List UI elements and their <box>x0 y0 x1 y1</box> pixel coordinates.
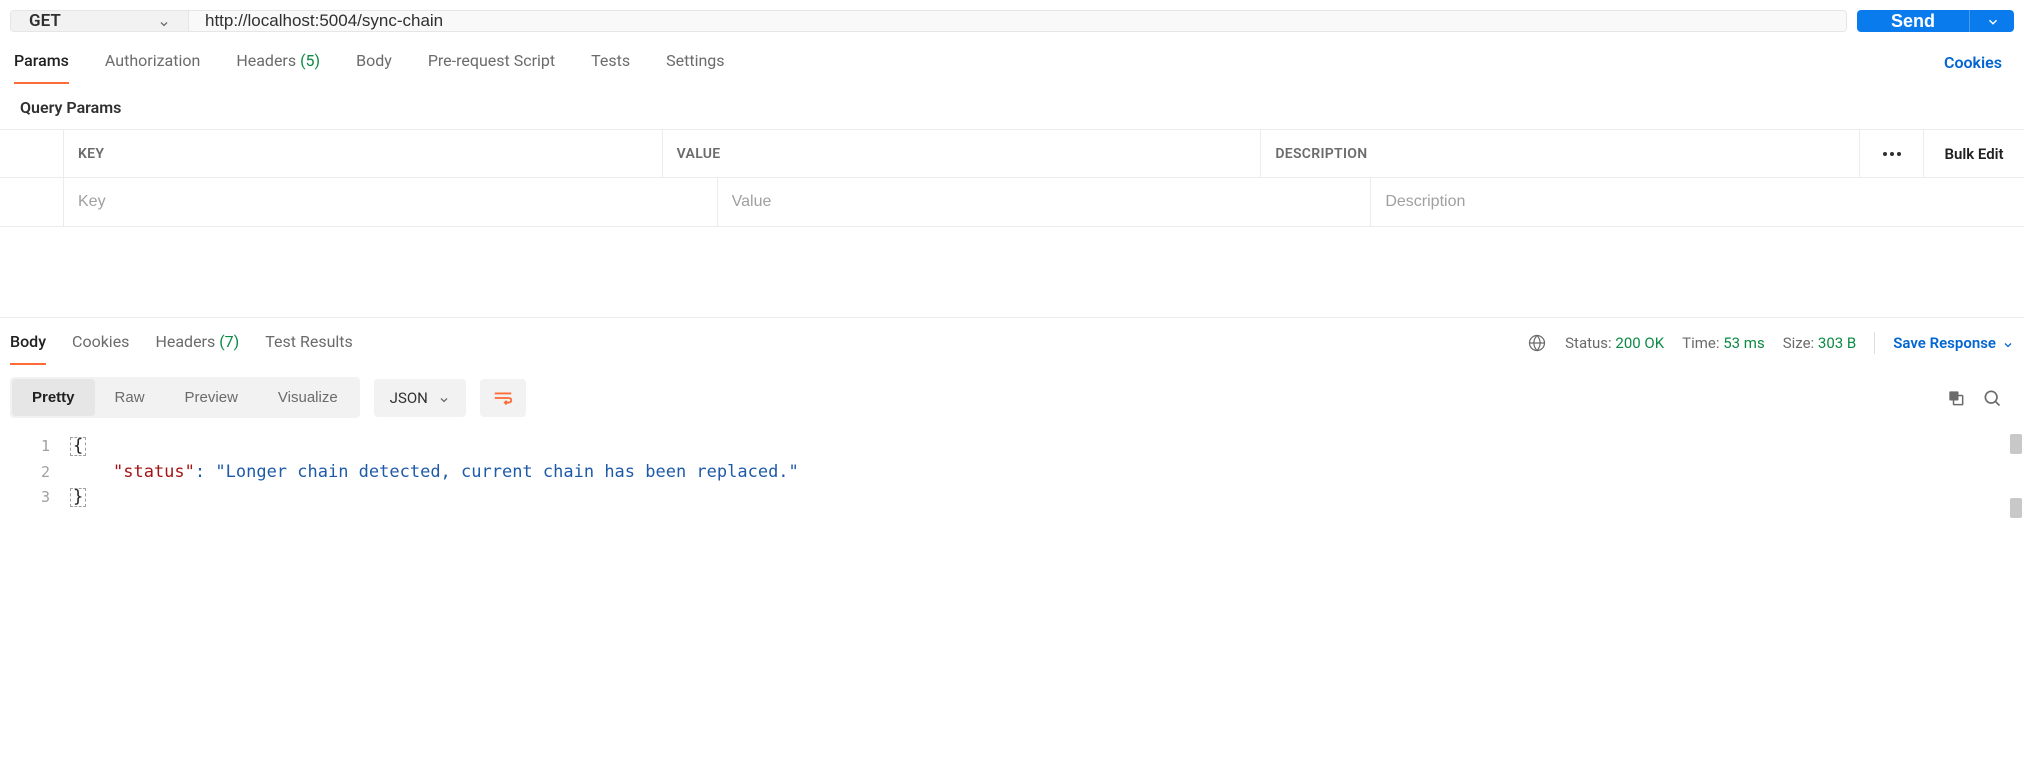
time-value: 53 ms <box>1723 334 1764 352</box>
resp-tab-test-results[interactable]: Test Results <box>265 320 353 365</box>
request-bar: GET Send <box>0 0 2024 42</box>
separator <box>1874 332 1875 354</box>
tab-headers-count: (5) <box>300 51 320 70</box>
tab-params[interactable]: Params <box>14 41 69 84</box>
send-more-button[interactable] <box>1969 10 2014 32</box>
open-brace: { <box>70 437 86 456</box>
language-select[interactable]: JSON <box>374 379 466 417</box>
line-number: 3 <box>0 488 70 506</box>
json-colon: : <box>195 462 205 482</box>
params-header-row: KEY VALUE DESCRIPTION Bulk Edit <box>0 130 2024 178</box>
language-value: JSON <box>390 389 428 407</box>
save-response-label: Save Response <box>1893 334 1996 352</box>
globe-icon[interactable] <box>1527 333 1547 353</box>
method-select[interactable]: GET <box>11 11 189 31</box>
value-input[interactable] <box>732 193 1357 211</box>
checkbox-cell <box>0 178 64 226</box>
send-button-group: Send <box>1857 10 2014 32</box>
chevron-down-icon <box>158 15 170 27</box>
status-stat: Status: 200 OK <box>1565 334 1664 352</box>
description-input[interactable] <box>1385 193 2010 211</box>
resp-tab-cookies[interactable]: Cookies <box>72 320 129 365</box>
scrollbar-thumb[interactable] <box>2010 434 2022 454</box>
key-cell <box>64 178 718 226</box>
tab-headers-label: Headers <box>236 51 296 70</box>
spacer <box>0 227 2024 317</box>
response-header: Body Cookies Headers (7) Test Results St… <box>0 317 2024 367</box>
method-value: GET <box>29 11 61 31</box>
code-line: 1 { <box>0 434 2024 459</box>
bulk-edit-link[interactable]: Bulk Edit <box>1924 130 2024 177</box>
code-line: 2 "status" : "Longer chain detected, cur… <box>0 459 2024 485</box>
line-number: 1 <box>0 437 70 455</box>
url-input[interactable] <box>189 11 1846 31</box>
tab-authorization[interactable]: Authorization <box>105 41 200 84</box>
checkbox-header-cell <box>0 130 64 177</box>
value-cell <box>718 178 1372 226</box>
description-cell <box>1371 178 2024 226</box>
column-value: VALUE <box>663 130 1262 177</box>
viewer-toolbar-right <box>1946 388 2014 408</box>
chevron-down-icon <box>2002 337 2014 349</box>
section-title-query-params: Query Params <box>0 84 2024 129</box>
code-line: 3 } <box>0 485 2024 510</box>
column-description: DESCRIPTION <box>1261 130 1860 177</box>
resp-tab-headers-count: (7) <box>219 332 239 351</box>
view-mode-visualize[interactable]: Visualize <box>258 379 358 416</box>
copy-button[interactable] <box>1946 388 1966 408</box>
send-button[interactable]: Send <box>1857 10 1969 32</box>
line-number: 2 <box>0 463 70 481</box>
size-stat: Size: 303 B <box>1783 334 1857 352</box>
request-tabs: Params Authorization Headers (5) Body Pr… <box>14 41 1944 84</box>
resp-tab-headers-label: Headers <box>155 332 215 351</box>
status-label: Status: <box>1565 334 1612 352</box>
response-body-viewer[interactable]: 1 { 2 "status" : "Longer chain detected,… <box>0 428 2024 520</box>
scrollbar-thumb[interactable] <box>2010 498 2022 518</box>
save-response-button[interactable]: Save Response <box>1893 334 2014 352</box>
response-tabs: Body Cookies Headers (7) Test Results <box>10 320 1527 365</box>
json-key: "status" <box>113 462 195 482</box>
search-button[interactable] <box>1982 388 2002 408</box>
url-group: GET <box>10 10 1847 32</box>
params-more-options[interactable] <box>1860 130 1924 177</box>
key-input[interactable] <box>78 193 703 211</box>
tab-pre-request-script[interactable]: Pre-request Script <box>428 41 555 84</box>
view-mode-pretty[interactable]: Pretty <box>12 379 95 416</box>
params-input-row <box>0 178 2024 226</box>
view-mode-raw[interactable]: Raw <box>95 379 165 416</box>
request-tabs-row: Params Authorization Headers (5) Body Pr… <box>0 42 2024 84</box>
tab-headers[interactable]: Headers (5) <box>236 41 320 84</box>
resp-tab-headers[interactable]: Headers (7) <box>155 320 239 365</box>
time-label: Time: <box>1682 334 1719 352</box>
view-mode-preview[interactable]: Preview <box>165 379 258 416</box>
chevron-down-icon <box>1986 15 1998 27</box>
time-stat: Time: 53 ms <box>1682 334 1765 352</box>
params-table: KEY VALUE DESCRIPTION Bulk Edit <box>0 129 2024 227</box>
response-meta: Status: 200 OK Time: 53 ms Size: 303 B S… <box>1527 332 2014 354</box>
viewer-toolbar: Pretty Raw Preview Visualize JSON <box>0 367 2024 428</box>
tab-tests[interactable]: Tests <box>591 41 630 84</box>
size-value: 303 B <box>1818 334 1856 352</box>
view-modes: Pretty Raw Preview Visualize <box>10 377 360 418</box>
more-icon <box>1883 152 1901 156</box>
close-brace: } <box>70 488 86 507</box>
resp-tab-body[interactable]: Body <box>10 320 46 365</box>
tab-body[interactable]: Body <box>356 41 392 84</box>
json-value: "Longer chain detected, current chain ha… <box>215 462 798 482</box>
size-label: Size: <box>1783 334 1814 352</box>
tab-settings[interactable]: Settings <box>666 41 724 84</box>
cookies-link[interactable]: Cookies <box>1944 53 2010 72</box>
status-value: 200 OK <box>1615 334 1664 352</box>
wrap-lines-button[interactable] <box>480 379 526 417</box>
chevron-down-icon <box>438 392 450 404</box>
column-key: KEY <box>64 130 663 177</box>
